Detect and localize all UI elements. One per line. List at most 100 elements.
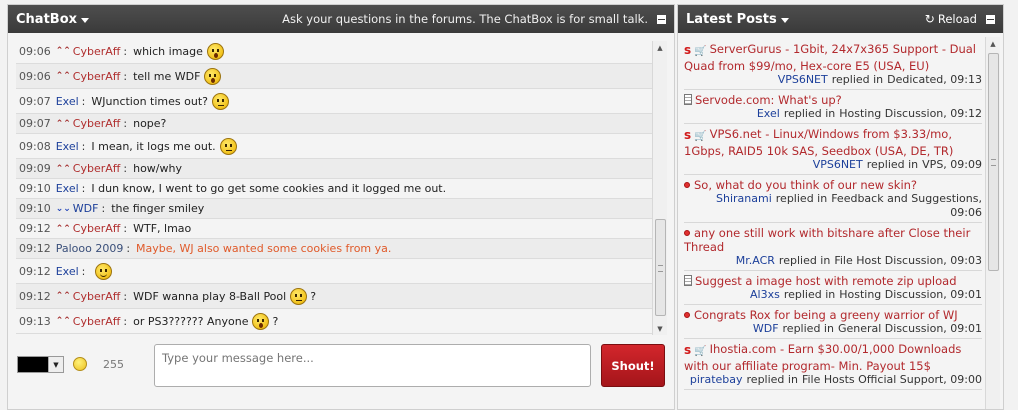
separator: : [123, 314, 128, 328]
latest-posts-list: s 🛒 ServerGurus - 1Gbit, 24x7x365 Support … [684, 39, 982, 410]
smiley-icon [95, 262, 113, 280]
message-time: 09:06 [19, 44, 51, 58]
message-username[interactable]: CyberAff [73, 162, 121, 175]
smiley-icon [252, 312, 270, 330]
chat-message: 09:09 ⌃⌃ CyberAff: how/why [16, 159, 653, 179]
chat-message-list: 09:06 ⌃⌃ CyberAff: which image 09:06 ⌃⌃ CyberA… [16, 39, 653, 337]
message-username[interactable]: Palooo 2009 [56, 242, 124, 255]
post-item: Servode.com: What's up? Exel replied in Hos… [684, 90, 982, 124]
collapse-icon[interactable] [986, 14, 995, 24]
post-title-link[interactable]: s 🛒 ServerGurus - 1Gbit, 24x7x365 Support … [684, 42, 982, 73]
message-time: 09:10 [19, 182, 51, 195]
message-time: 09:10 [19, 202, 51, 215]
post-time: 09:01 [950, 288, 982, 301]
chat-message: 09:10 Exel: I dun know, I went to go get s… [16, 179, 653, 199]
message-username[interactable]: Exel [56, 140, 79, 153]
post-forum-link[interactable]: Feedback and Suggestions [831, 192, 978, 205]
chatbox-title: ChatBox [16, 11, 78, 27]
message-username[interactable]: CyberAff [73, 117, 121, 130]
message-username[interactable]: CyberAff [73, 222, 121, 235]
separator: : [101, 202, 106, 215]
shout-button[interactable]: Shout! [601, 344, 665, 387]
post-title-text: any one still work with bitshare after C… [684, 226, 971, 254]
post-meta: VPS6NET replied in Dedicated, 09:13 [684, 73, 982, 87]
message-username[interactable]: CyberAff [73, 45, 121, 58]
message-username[interactable]: Exel [56, 95, 79, 108]
latest-posts-title-dropdown[interactable]: Latest Posts [686, 12, 789, 27]
post-forum-link[interactable]: General Discussion [838, 322, 943, 335]
post-title-link[interactable]: any one still work with bitshare after C… [684, 226, 982, 254]
post-title-link[interactable]: Servode.com: What's up? [684, 93, 982, 107]
post-title-link[interactable]: s 🛒 Ihostia.com - Earn $30.00/1,000 Downlo… [684, 342, 982, 373]
chatbox-title-dropdown[interactable]: ChatBox [16, 11, 90, 27]
scroll-up-icon[interactable]: ▲ [653, 41, 667, 54]
separator: : [81, 182, 86, 195]
post-forum-link[interactable]: File Host Discussion [834, 254, 943, 267]
post-forum-link[interactable]: Dedicated [887, 73, 943, 86]
reload-button[interactable]: ↻ Reload [925, 12, 977, 26]
color-swatch [18, 357, 48, 372]
post-forum-link[interactable]: File Hosts Official Support [802, 373, 943, 386]
post-author-link[interactable]: Al3xs [750, 288, 780, 301]
message-username[interactable]: Exel [56, 182, 79, 195]
new-post-dot-icon [684, 230, 690, 236]
post-time: 09:13 [950, 73, 982, 86]
post-item: s 🛒 VPS6.net - Linux/Windows from $3.33/mo… [684, 124, 982, 175]
chat-scrollbar[interactable]: ▲ ▼ [652, 41, 667, 335]
font-color-select[interactable]: ▼ [17, 356, 64, 373]
message-username[interactable]: CyberAff [73, 70, 121, 83]
smiley-icon [204, 67, 222, 85]
chat-message-input[interactable] [154, 344, 591, 387]
separator: : [81, 264, 86, 278]
message-time: 09:12 [19, 242, 51, 255]
sponsored-icon: s [684, 128, 692, 142]
post-title-text: Congrats Rox for being a greeny warrior … [694, 308, 958, 322]
post-time: 09:09 [950, 158, 982, 171]
scroll-thumb[interactable] [988, 53, 999, 271]
post-forum-link[interactable]: Hosting Discussion [839, 288, 943, 301]
post-author-link[interactable]: piratebay [690, 373, 743, 386]
post-author-link[interactable]: WDF [753, 322, 779, 335]
post-item: any one still work with bitshare after C… [684, 223, 982, 271]
post-meta: Shiranami replied in Feedback and Suggesti… [684, 192, 982, 220]
separator: : [123, 117, 128, 130]
post-forum-link[interactable]: VPS [922, 158, 943, 171]
post-author-link[interactable]: Mr.ACR [736, 254, 775, 267]
post-author-link[interactable]: Shiranami [716, 192, 772, 205]
post-forum-link[interactable]: Hosting Discussion [839, 107, 943, 120]
post-meta: VPS6NET replied in VPS, 09:09 [684, 158, 982, 172]
post-meta: Mr.ACR replied in File Host Discussion, 09… [684, 254, 982, 268]
message-username[interactable]: Exel [56, 265, 79, 278]
posts-scrollbar[interactable]: ▲ [985, 37, 1000, 409]
post-title-text: So, what do you think of our new skin? [694, 178, 918, 192]
smiley-picker-icon[interactable] [73, 357, 87, 371]
post-title-link[interactable]: s 🛒 VPS6.net - Linux/Windows from $3.33/mo… [684, 127, 982, 158]
scroll-up-icon[interactable]: ▲ [986, 37, 1000, 50]
post-title-text: Suggest a image host with remote zip upl… [695, 274, 957, 288]
document-icon [684, 275, 692, 286]
rank-up-icon: ⌃⌃ [55, 46, 71, 56]
replied-in-label: replied in [831, 73, 884, 86]
chat-message: 09:12 ⌃⌃ CyberAff: WTF, lmao [16, 219, 653, 239]
post-title-link[interactable]: So, what do you think of our new skin? [684, 178, 982, 192]
message-username[interactable]: WDF [73, 202, 99, 215]
cart-icon: 🛒 [694, 131, 707, 142]
post-author-link[interactable]: VPS6NET [778, 73, 828, 86]
message-username[interactable]: CyberAff [73, 290, 121, 303]
message-text: I dun know, I went to go get some cookie… [91, 182, 447, 195]
post-title-link[interactable]: Congrats Rox for being a greeny warrior … [684, 308, 982, 322]
post-author-link[interactable]: VPS6NET [813, 158, 863, 171]
chat-message: 09:10 ⌄⌄ WDF: the finger smiley [16, 199, 653, 219]
message-time: 09:12 [19, 222, 51, 235]
reload-icon: ↻ [924, 12, 935, 26]
sponsored-icon: s [684, 343, 692, 357]
post-item: Congrats Rox for being a greeny warrior … [684, 305, 982, 339]
document-icon [684, 94, 692, 105]
collapse-icon[interactable] [657, 14, 666, 24]
post-title-link[interactable]: Suggest a image host with remote zip upl… [684, 274, 982, 288]
scroll-down-icon[interactable]: ▼ [653, 322, 667, 335]
scroll-thumb[interactable] [655, 219, 666, 316]
message-username[interactable]: CyberAff [73, 315, 121, 328]
post-item: So, what do you think of our new skin? Sh… [684, 175, 982, 223]
post-author-link[interactable]: Exel [757, 107, 780, 120]
